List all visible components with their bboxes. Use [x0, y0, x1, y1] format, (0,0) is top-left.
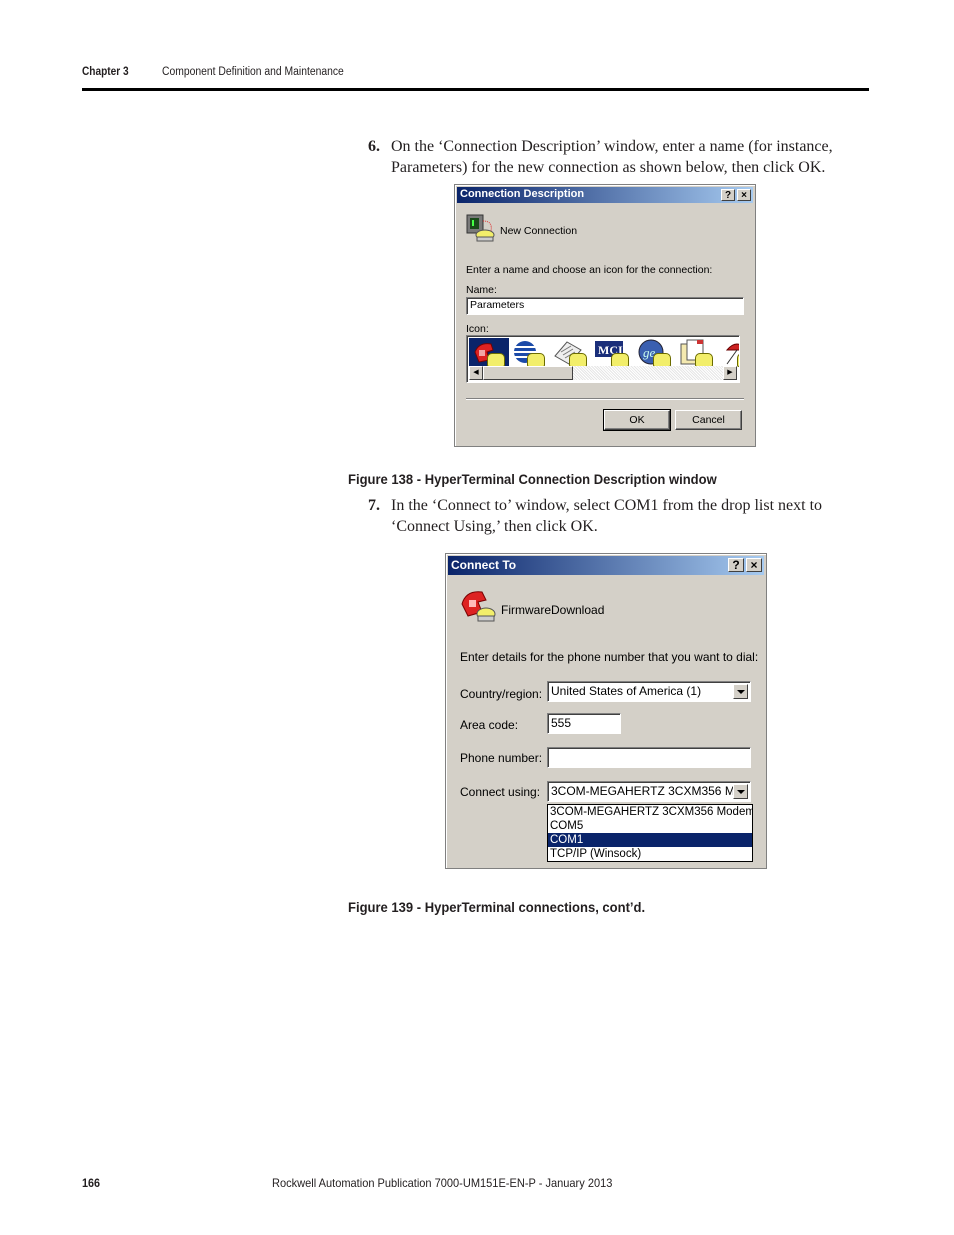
chapter-label: Chapter 3: [82, 66, 129, 78]
connect-using-select[interactable]: 3COM-MEGAHERTZ 3CXM356 Mc: [547, 781, 751, 802]
figure-139-caption: Figure 139 - HyperTerminal connections, …: [348, 899, 646, 915]
header-rule: [82, 88, 869, 91]
dialog-title: Connect To: [451, 558, 517, 572]
connect-using-value: 3COM-MEGAHERTZ 3CXM356 Mc: [551, 784, 741, 798]
connect-to-dialog: Connect To ? × FirmwareDownload Enter de…: [445, 553, 767, 869]
icon-picker[interactable]: MCI ge ◀ ▶: [466, 335, 740, 383]
newspaper-icon[interactable]: [551, 338, 591, 368]
umbrella-icon[interactable]: [719, 338, 739, 368]
close-button[interactable]: ×: [746, 558, 762, 572]
dropdown-option-selected[interactable]: COM1: [548, 833, 752, 847]
connect-using-dropdown[interactable]: 3COM-MEGAHERTZ 3CXM356 Modem COM5 COM1 T…: [547, 804, 753, 862]
help-button[interactable]: ?: [728, 558, 744, 572]
step-text: On the ‘Connection Description’ window, …: [391, 138, 833, 176]
connect-using-label: Connect using:: [460, 785, 541, 799]
phone-number-label: Phone number:: [460, 751, 543, 765]
country-label: Country/region:: [460, 687, 543, 701]
icon-scrollbar[interactable]: ◀ ▶: [469, 366, 737, 380]
scroll-right-button[interactable]: ▶: [723, 366, 737, 380]
name-label: Name:: [466, 284, 497, 296]
figure-138-caption: Figure 138 - HyperTerminal Connection De…: [348, 471, 717, 487]
globe-stripes-icon[interactable]: [509, 338, 549, 368]
dialog-title: Connection Description: [460, 188, 585, 200]
dropdown-option[interactable]: TCP/IP (Winsock): [548, 847, 752, 861]
country-value: United States of America (1): [551, 684, 702, 698]
dropdown-option[interactable]: 3COM-MEGAHERTZ 3CXM356 Modem: [548, 805, 752, 819]
red-telephone-icon[interactable]: [469, 338, 509, 368]
red-telephone-icon: [461, 591, 496, 622]
close-button[interactable]: ×: [737, 189, 751, 201]
step-number: 6.: [368, 138, 380, 155]
chevron-down-icon[interactable]: [733, 684, 748, 699]
new-connection-icon: [466, 214, 495, 242]
country-select[interactable]: United States of America (1): [547, 681, 751, 702]
running-header: Chapter 3 Component Definition and Mainte…: [82, 66, 364, 78]
connection-name: FirmwareDownload: [501, 603, 605, 617]
page-number: 166: [82, 1176, 101, 1190]
ge-logo-icon[interactable]: ge: [635, 338, 675, 368]
scroll-left-button[interactable]: ◀: [469, 366, 483, 380]
publication-info: Rockwell Automation Publication 7000-UM1…: [272, 1176, 613, 1190]
ok-button[interactable]: OK: [603, 409, 671, 431]
dialog-titlebar[interactable]: Connection Description ? ×: [457, 187, 753, 203]
phone-number-input[interactable]: [547, 747, 751, 768]
mci-icon[interactable]: MCI: [593, 338, 633, 368]
instruction-text: Enter details for the phone number that …: [460, 650, 759, 664]
scroll-thumb[interactable]: [483, 366, 573, 380]
step-text: In the ‘Connect to’ window, select COM1 …: [391, 497, 823, 535]
dropdown-option[interactable]: COM5: [548, 819, 752, 833]
connection-name-label: New Connection: [500, 225, 578, 237]
area-code-input[interactable]: 555: [547, 713, 621, 734]
documents-icon[interactable]: [677, 338, 717, 368]
dialog-separator: [466, 398, 744, 400]
cancel-button[interactable]: Cancel: [675, 410, 742, 430]
dialog-titlebar[interactable]: Connect To ? ×: [448, 556, 764, 575]
area-code-label: Area code:: [460, 718, 519, 732]
help-button[interactable]: ?: [721, 189, 735, 201]
chevron-down-icon[interactable]: [733, 784, 748, 799]
instruction-text: Enter a name and choose an icon for the …: [466, 264, 713, 276]
name-input[interactable]: Parameters: [466, 297, 744, 315]
connection-description-dialog: Connection Description ? × New Connectio…: [454, 184, 756, 447]
chapter-title: Component Definition and Maintenance: [162, 66, 344, 78]
step-number: 7.: [368, 497, 380, 514]
icon-label: Icon:: [466, 323, 489, 335]
